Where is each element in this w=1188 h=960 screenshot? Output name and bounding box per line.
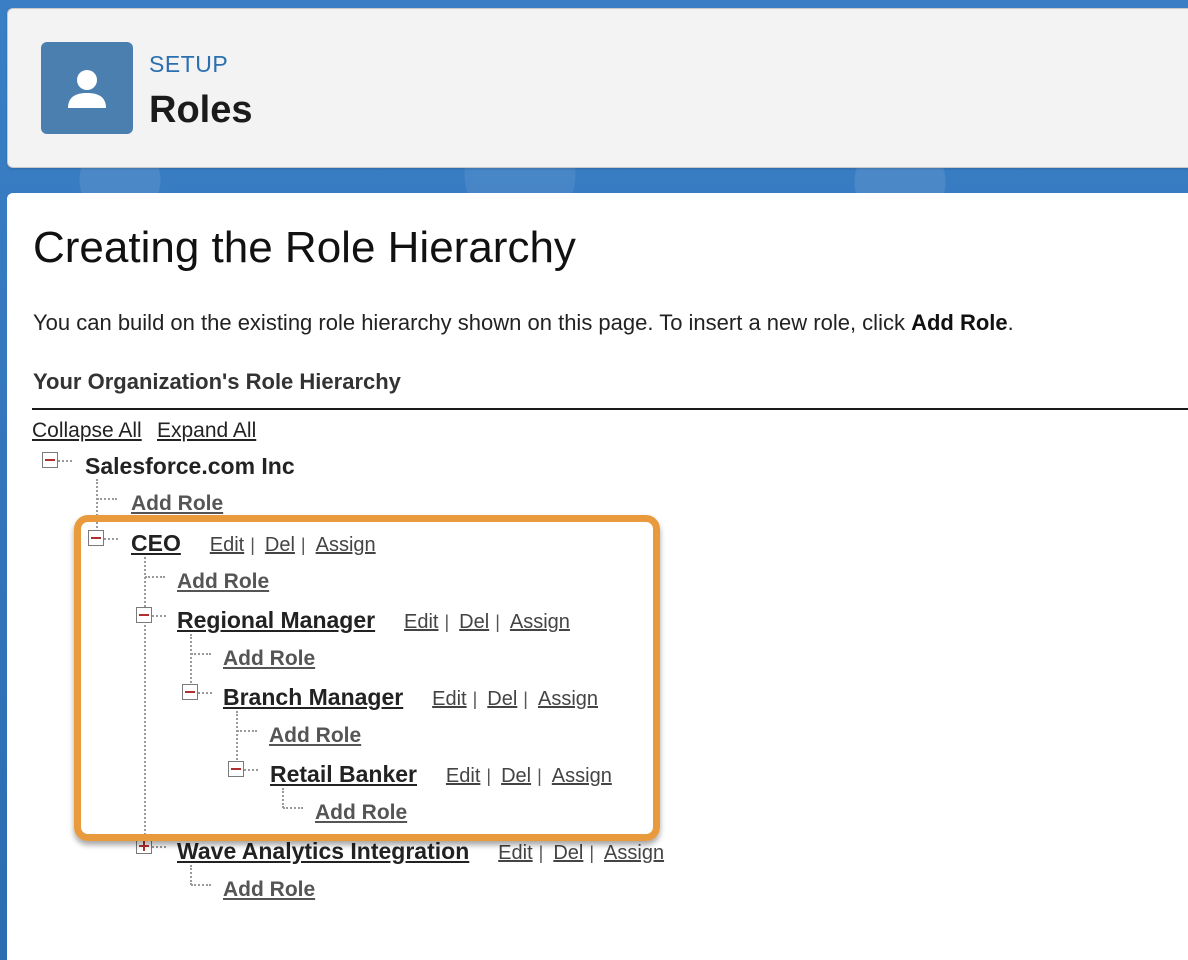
collapse-toggle-retail-banker[interactable] — [228, 761, 244, 777]
assign-link-retail-banker[interactable]: Assign — [552, 765, 612, 787]
add-role-link-branch-manager[interactable]: Add Role — [269, 724, 361, 748]
separator: | — [444, 612, 450, 632]
tree-connector — [237, 730, 257, 732]
tree-connector — [152, 615, 166, 617]
del-link-regional-manager[interactable]: Del — [459, 611, 489, 633]
edit-link-ceo[interactable]: Edit — [210, 534, 244, 556]
separator: | — [472, 689, 478, 709]
tree-node-root: Salesforce.com Inc — [85, 453, 295, 480]
separator: | — [523, 689, 528, 709]
tree-connector — [144, 557, 146, 847]
tree-connector — [236, 711, 238, 763]
add-role-link-ceo[interactable]: Add Role — [177, 570, 269, 594]
intro-text-end: . — [1007, 310, 1014, 335]
assign-link-ceo[interactable]: Assign — [316, 534, 376, 556]
separator: | — [589, 843, 595, 863]
section-divider — [32, 408, 1188, 410]
tree-connector — [190, 634, 192, 686]
tree-node-branch-manager: Branch Manager Edit | Del | Assign — [223, 684, 598, 711]
expand-toggle-wave-analytics[interactable] — [136, 838, 152, 854]
tree-connector — [58, 460, 72, 462]
tree-connector — [190, 865, 192, 885]
tree-connector — [145, 576, 165, 578]
role-link-branch-manager[interactable]: Branch Manager — [223, 684, 403, 710]
collapse-toggle-root[interactable] — [42, 452, 58, 468]
content-panel: Creating the Role Hierarchy You can buil… — [7, 193, 1188, 960]
intro-text-bold: Add Role — [911, 310, 1008, 335]
section-heading: Your Organization's Role Hierarchy — [33, 369, 401, 394]
assign-link-wave-analytics[interactable]: Assign — [604, 842, 664, 864]
tree-connector — [198, 692, 212, 694]
tree-connector — [191, 653, 211, 655]
tree-node-regional-manager: Regional Manager Edit | Del | Assign — [177, 607, 570, 634]
del-link-wave-analytics[interactable]: Del — [553, 842, 583, 864]
tree-node-retail-banker: Retail Banker Edit | Del | Assign — [270, 761, 612, 788]
separator: | — [300, 535, 306, 555]
content-title: Creating the Role Hierarchy — [33, 223, 576, 272]
separator: | — [486, 766, 492, 786]
highlight-annotation — [74, 515, 660, 841]
add-role-link-wave-analytics[interactable]: Add Role — [223, 878, 315, 902]
breadcrumb-setup: SETUP — [149, 51, 229, 77]
separator: | — [538, 843, 544, 863]
tree-connector — [191, 884, 211, 886]
intro-text-main: You can build on the existing role hiera… — [33, 310, 912, 335]
edit-link-retail-banker[interactable]: Edit — [446, 765, 480, 787]
role-link-ceo[interactable]: CEO — [131, 530, 181, 556]
tree-node-wave-analytics: Wave Analytics Integration Edit | Del | Assi… — [177, 838, 664, 865]
page-title: Roles — [149, 89, 253, 131]
edit-link-wave-analytics[interactable]: Edit — [498, 842, 532, 864]
assign-link-branch-manager[interactable]: Assign — [538, 688, 598, 710]
intro-text: You can build on the existing role hiera… — [33, 310, 1014, 336]
role-link-regional-manager[interactable]: Regional Manager — [177, 607, 375, 633]
tree-connector — [283, 807, 303, 809]
edit-link-regional-manager[interactable]: Edit — [404, 611, 438, 633]
add-role-link-root[interactable]: Add Role — [131, 492, 223, 516]
tree-node-ceo: CEO Edit | Del | Assign — [131, 530, 376, 557]
roles-header-icon — [41, 42, 133, 134]
role-link-wave-analytics[interactable]: Wave Analytics Integration — [177, 838, 469, 864]
root-role-name: Salesforce.com Inc — [85, 453, 295, 479]
del-link-ceo[interactable]: Del — [265, 534, 295, 556]
tree-connector — [97, 498, 117, 500]
collapse-toggle-ceo[interactable] — [88, 530, 104, 546]
assign-link-regional-manager[interactable]: Assign — [510, 611, 570, 633]
role-link-retail-banker[interactable]: Retail Banker — [270, 761, 417, 787]
tree-connector — [152, 846, 166, 848]
del-link-retail-banker[interactable]: Del — [501, 765, 531, 787]
add-role-link-retail-banker[interactable]: Add Role — [315, 801, 407, 825]
separator: | — [495, 612, 500, 632]
tree-connector — [244, 769, 258, 771]
collapse-all-link[interactable]: Collapse All — [32, 419, 142, 443]
separator: | — [537, 766, 542, 786]
add-role-link-regional-manager[interactable]: Add Role — [223, 647, 315, 671]
edit-link-branch-manager[interactable]: Edit — [432, 688, 466, 710]
del-link-branch-manager[interactable]: Del — [487, 688, 517, 710]
user-icon — [68, 70, 106, 108]
expand-all-link[interactable]: Expand All — [157, 419, 256, 443]
collapse-toggle-branch-manager[interactable] — [182, 684, 198, 700]
collapse-toggle-regional-manager[interactable] — [136, 607, 152, 623]
tree-connector — [104, 538, 118, 540]
separator: | — [250, 535, 255, 555]
page-header: SETUP Roles — [7, 8, 1188, 168]
tree-connector — [282, 788, 284, 808]
